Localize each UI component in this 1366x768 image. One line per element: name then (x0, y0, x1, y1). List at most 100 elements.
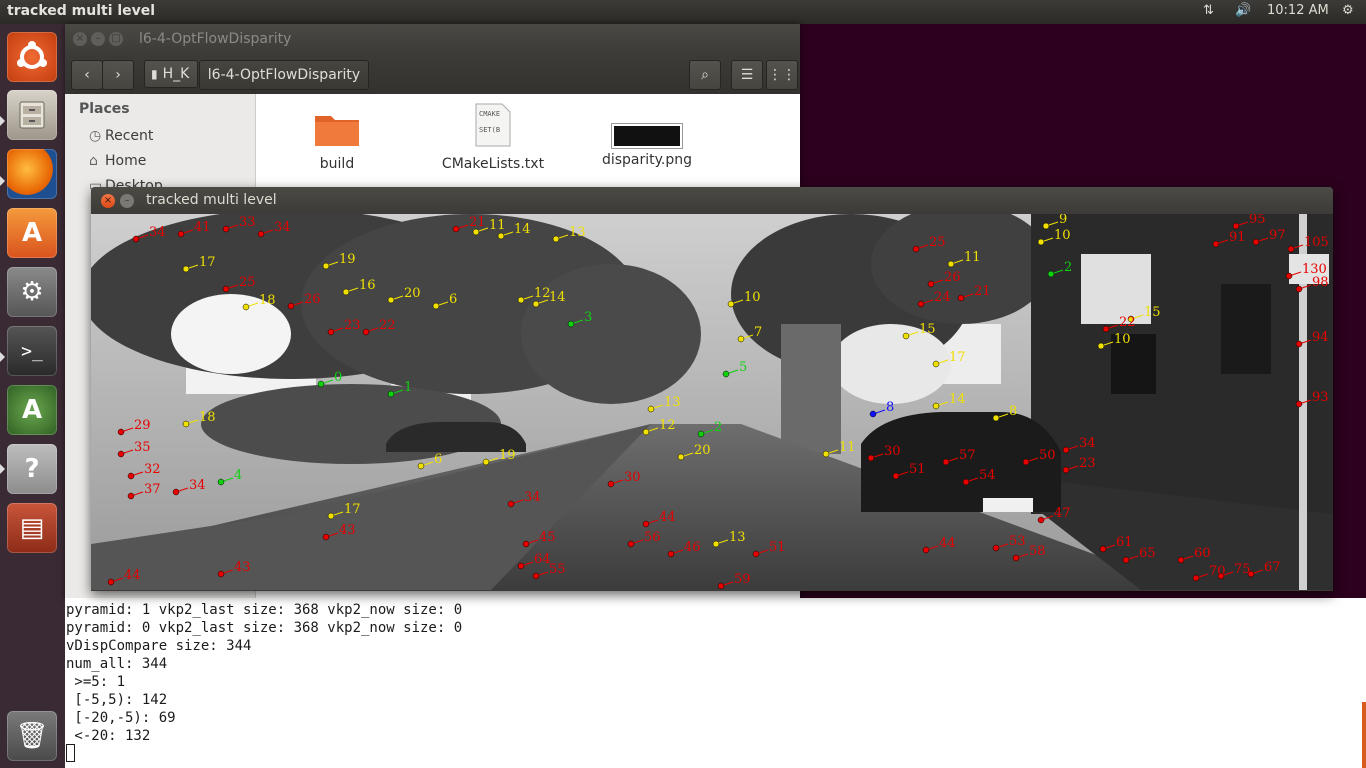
file-item-build[interactable]: build (272, 108, 402, 172)
feature-dot (177, 230, 185, 238)
street-scene: 34 41 33 34 21 11 14 1317 192518 261620 6 141222230… (91, 214, 1333, 590)
terminal-line: <-20: 132 (66, 728, 151, 744)
disparity-label: 16 (359, 278, 376, 293)
running-indicator (0, 116, 5, 126)
file-manager-titlebar[interactable]: × – □ l6-4-OptFlowDisparity (65, 24, 800, 54)
disparity-label: 56 (644, 530, 661, 545)
maximize-button[interactable]: □ (109, 32, 123, 46)
disparity-label: 14 (549, 290, 566, 305)
disparity-label: 11 (839, 440, 856, 455)
clock[interactable]: 10:12 AM (1267, 3, 1329, 18)
feature-dot (627, 540, 635, 548)
trash-icon[interactable]: 🗑 (7, 711, 57, 761)
disparity-label: 19 (339, 252, 356, 267)
top-panel: tracked multi level ⇅ 🔊 10:12 AM ⚙ (0, 0, 1366, 24)
feature-dot (417, 462, 425, 470)
firefox-icon[interactable] (7, 149, 57, 199)
disparity-label: 5 (739, 360, 747, 375)
feature-dot (957, 294, 965, 302)
terminal-icon[interactable]: >_ (7, 326, 57, 376)
disparity-label: 12 (534, 286, 551, 301)
opencv-titlebar[interactable]: × – tracked multi level (91, 187, 1333, 214)
scrollbar[interactable] (1362, 702, 1366, 768)
feature-dot (697, 430, 705, 438)
search-icon[interactable]: ⌕ (689, 60, 721, 90)
back-button[interactable]: ‹ (71, 60, 103, 90)
disparity-label: 2 (714, 420, 722, 435)
feature-dot (927, 280, 935, 288)
file-item-cmakelists[interactable]: CMAKE SET(B CMakeLists.txt (428, 102, 558, 172)
file-cabinet-icon[interactable] (7, 90, 57, 140)
disparity-label: 25 (239, 275, 256, 290)
feature-dot (667, 550, 675, 558)
disparity-label: 41 (194, 220, 211, 235)
usb-drive-icon: ▮ (151, 67, 158, 81)
feature-dot (242, 303, 250, 311)
gear-icon[interactable]: ⚙ (1342, 3, 1354, 18)
disparity-label: 10 (744, 290, 761, 305)
opencv-image-window: × – tracked multi level 34 41 33 34 21 1… (91, 187, 1333, 591)
path-current-button[interactable]: l6-4-OptFlowDisparity (199, 60, 369, 90)
monitor-icon[interactable]: ▤ (7, 503, 57, 553)
feature-dot (1122, 556, 1130, 564)
feature-dot (387, 296, 395, 304)
wrench-gear-icon[interactable]: ⚙ (7, 267, 57, 317)
folder-icon (315, 116, 359, 146)
disparity-label: 10 (1054, 228, 1071, 243)
feature-dot (727, 300, 735, 308)
feature-dot (322, 262, 330, 270)
disparity-label: 6 (449, 292, 457, 307)
terminal-output[interactable]: pyramid: 1 vkp2_last size: 368 vkp2_now … (65, 598, 1366, 768)
ubuntu-logo-icon[interactable] (7, 32, 57, 82)
sidebar-item-recent[interactable]: ◷ Recent (89, 128, 153, 144)
feature-dot (947, 260, 955, 268)
feature-dot (532, 300, 540, 308)
network-updown-icon[interactable]: ⇅ (1203, 3, 1214, 18)
disparity-label: 14 (514, 222, 531, 237)
disparity-label: 34 (274, 220, 291, 235)
volume-icon[interactable]: 🔊 (1235, 3, 1251, 18)
feature-dot (432, 302, 440, 310)
disparity-label: 8 (886, 400, 894, 415)
feature-dot (1285, 272, 1293, 280)
feature-dot (642, 520, 650, 528)
feature-dot (1217, 572, 1225, 580)
list-view-icon[interactable]: ☰ (731, 60, 763, 90)
feature-dot (717, 582, 725, 590)
disparity-label: 34 (524, 490, 541, 505)
file-item-disparity-png[interactable]: disparity.png (582, 123, 712, 168)
updater-icon[interactable]: A (7, 385, 57, 435)
feature-dot (387, 390, 395, 398)
disparity-label: 17 (949, 350, 966, 365)
grid-view-icon[interactable]: ⋮⋮ (766, 60, 798, 90)
feature-dot (1295, 285, 1303, 293)
disparity-label: 11 (489, 218, 506, 233)
disparity-label: 57 (959, 448, 976, 463)
forward-button[interactable]: › (102, 60, 134, 90)
feature-dot (1295, 340, 1303, 348)
disparity-label: 44 (124, 568, 141, 583)
feature-dot (287, 302, 295, 310)
question-icon[interactable]: ? (7, 444, 57, 494)
running-indicator (0, 464, 5, 474)
close-button[interactable]: × (101, 194, 115, 208)
feature-dot (917, 300, 925, 308)
feature-dot (992, 544, 1000, 552)
disparity-label: 30 (624, 470, 641, 485)
minimize-button[interactable]: – (120, 194, 134, 208)
path-home-button[interactable]: ▮ H_K (144, 60, 198, 88)
feature-dot (342, 288, 350, 296)
feature-dot (1212, 240, 1220, 248)
minimize-button[interactable]: – (91, 32, 105, 46)
file-label: build (319, 156, 355, 172)
disparity-label: 47 (1054, 506, 1071, 521)
shopping-bag-icon[interactable]: A (7, 208, 57, 258)
disparity-label: 9 (1059, 214, 1067, 227)
feature-dot (922, 546, 930, 554)
close-button[interactable]: × (73, 32, 87, 46)
disparity-label: 26 (304, 292, 321, 307)
feature-dot (1192, 574, 1200, 582)
disparity-label: 21 (974, 284, 991, 299)
sidebar-item-home[interactable]: ⌂ Home (89, 153, 146, 169)
feature-dot (182, 420, 190, 428)
